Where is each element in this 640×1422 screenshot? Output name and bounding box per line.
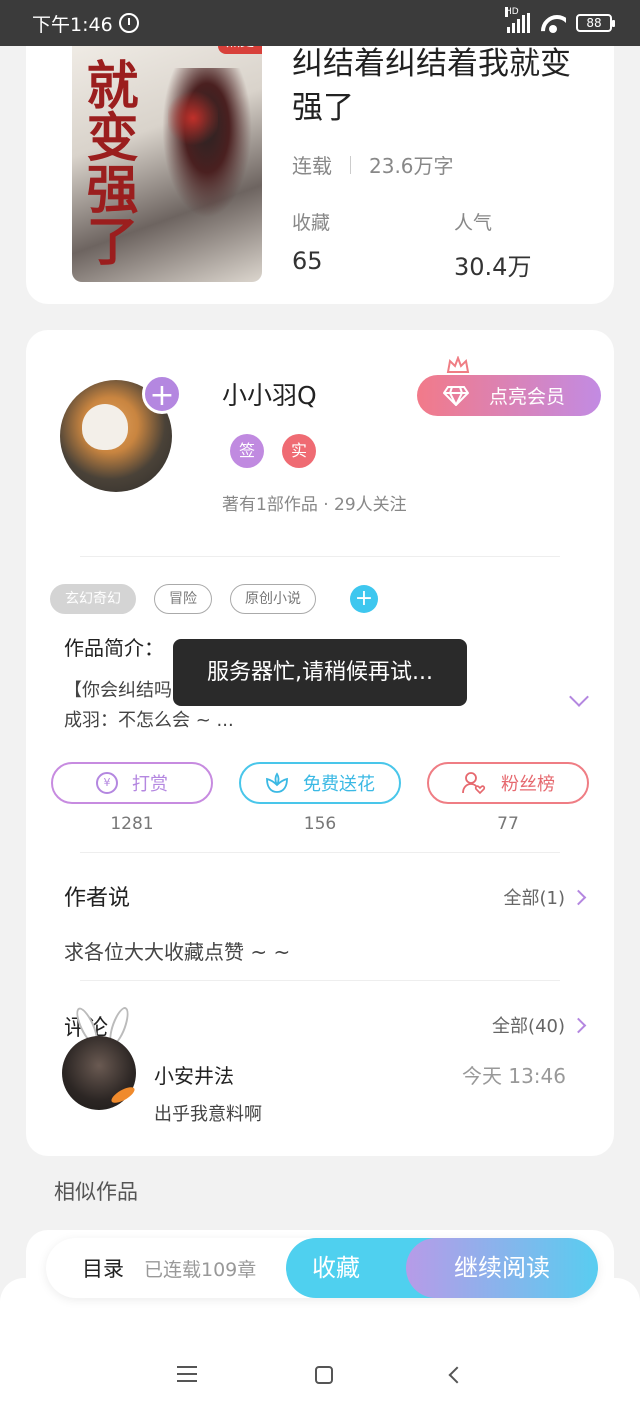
- battery-icon: 88: [576, 14, 615, 32]
- signed-badge: 签: [230, 434, 264, 468]
- divider: [80, 852, 560, 853]
- book-meta: 连载 23.6万字: [292, 150, 454, 179]
- wifi-icon: [540, 13, 566, 33]
- server-busy-toast: 服务器忙,请稍候再试...: [173, 639, 467, 706]
- chapter-count: 已连载109章: [144, 1258, 257, 1281]
- tag-original[interactable]: 原创小说: [230, 584, 316, 614]
- fans-ranking-button[interactable]: 粉丝榜: [427, 762, 589, 804]
- author-card: + 小小羽Q 签 实 著有1部作品 · 29人关注 点亮会员 玄幻奇幻 冒险 原…: [26, 330, 614, 1156]
- menu-icon[interactable]: [177, 1366, 197, 1382]
- author-name[interactable]: 小小羽Q: [222, 376, 317, 412]
- status-time: 下午1:46: [32, 13, 113, 36]
- book-word-count: 23.6万字: [369, 154, 454, 178]
- tag-adventure[interactable]: 冒险: [154, 584, 212, 614]
- back-icon[interactable]: [448, 1366, 466, 1384]
- diamond-icon: [443, 385, 469, 406]
- fans-count: 77: [497, 814, 519, 834]
- similar-works-title: 相似作品: [54, 1180, 138, 1204]
- bottom-action-bar: 目录 已连载109章 收藏 继续阅读: [46, 1238, 598, 1298]
- flower-count: 156: [303, 814, 337, 834]
- signal-icon: HD: [505, 7, 530, 33]
- bottom-panel: [0, 1278, 640, 1422]
- book-cover[interactable]: 就变强了 热更: [72, 28, 262, 282]
- chevron-right-icon: [570, 1017, 587, 1033]
- yen-icon: ¥: [96, 772, 118, 794]
- author-meta: 著有1部作品 · 29人关注: [222, 495, 407, 515]
- flower-icon: [266, 772, 288, 793]
- verified-badge: 实: [282, 434, 316, 468]
- toc-button[interactable]: 目录: [82, 1253, 124, 1283]
- stat-popularity: 人气 30.4万: [454, 212, 532, 281]
- expand-chevron-icon[interactable]: [569, 687, 589, 707]
- reward-count: 1281: [110, 814, 154, 834]
- reward-button[interactable]: ¥ 打赏: [51, 762, 213, 804]
- follow-plus-button[interactable]: +: [142, 374, 182, 414]
- system-nav-bar: [0, 1366, 640, 1384]
- cover-calligraphy: 就变强了: [77, 58, 138, 266]
- intro-label: 作品简介：: [64, 636, 164, 660]
- commenter-name[interactable]: 小安井法: [154, 1060, 234, 1089]
- continue-reading-button[interactable]: 继续阅读: [406, 1238, 598, 1298]
- author-says-text: 求各位大大收藏点赞 ~ ~: [64, 940, 291, 964]
- comment-text[interactable]: 出乎我意料啊: [154, 1100, 262, 1126]
- send-flower-button[interactable]: 免费送花: [239, 762, 401, 804]
- stat-favorites: 收藏 65: [292, 212, 331, 275]
- book-status: 连载: [292, 154, 332, 178]
- tag-fantasy[interactable]: 玄幻奇幻: [50, 584, 136, 614]
- author-says-more[interactable]: 全部(1): [504, 884, 587, 910]
- home-icon[interactable]: [315, 1366, 333, 1384]
- alarm-icon: [118, 13, 139, 33]
- fans-icon: [462, 772, 486, 795]
- book-title: 纠结着纠结着我就变强了: [292, 46, 571, 126]
- genre-tags: 玄幻奇幻 冒险 原创小说 +: [50, 584, 378, 614]
- status-bar: 下午1:46 HD 88: [0, 0, 640, 46]
- comment-time: 今天 13:46: [462, 1064, 566, 1088]
- chevron-right-icon: [570, 889, 587, 905]
- crown-icon: [446, 356, 470, 373]
- divider: [80, 980, 560, 981]
- vip-button[interactable]: 点亮会员: [417, 375, 601, 416]
- add-tag-button[interactable]: +: [350, 585, 378, 613]
- author-says-title: 作者说: [64, 886, 131, 911]
- comments-more[interactable]: 全部(40): [492, 1012, 587, 1038]
- divider: [80, 556, 560, 557]
